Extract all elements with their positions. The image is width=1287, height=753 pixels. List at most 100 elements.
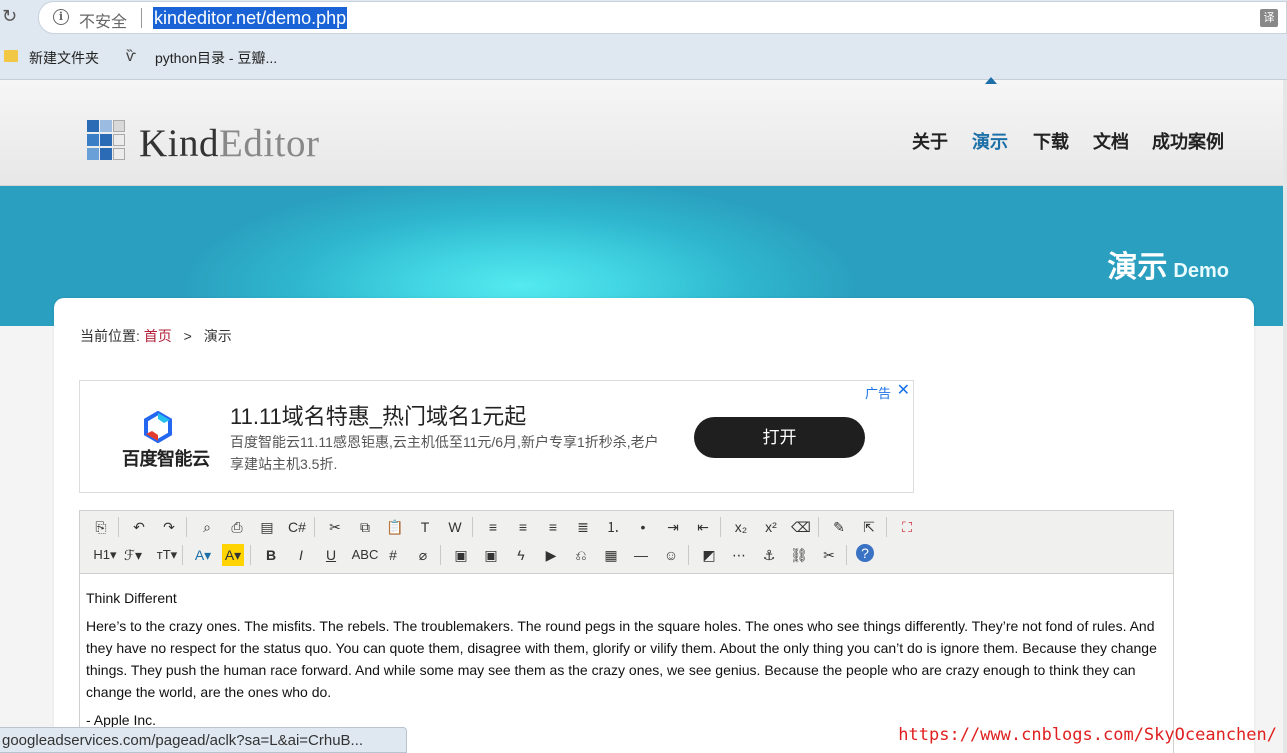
baidu-cloud-logo-icon (144, 411, 172, 443)
undo-icon[interactable]: ↶ (128, 516, 150, 538)
superscript-icon[interactable]: x² (760, 516, 782, 538)
paste-word-icon[interactable]: W (444, 516, 466, 538)
breadcrumb-home[interactable]: 首页 (144, 328, 172, 344)
unordered-list-icon[interactable]: • (632, 516, 654, 538)
breadcrumb-separator: > (183, 328, 192, 344)
toolbar-separator (186, 517, 187, 537)
editor-content[interactable]: Think Different Here’s to the crazy ones… (86, 587, 1168, 737)
redo-icon[interactable]: ↷ (158, 516, 180, 538)
indent-icon[interactable]: ⇥ (662, 516, 684, 538)
logo[interactable]: KindEditor (139, 120, 319, 168)
banner-title-cn: 演示 (1107, 251, 1168, 284)
url-field[interactable]: kindeditor.net/demo.php (153, 7, 348, 29)
info-icon[interactable]: i (53, 9, 69, 25)
clear-format-icon[interactable]: ⌫ (790, 516, 812, 538)
flash-icon[interactable]: ϟ (510, 544, 532, 566)
quick-format-icon[interactable]: ✎ (828, 516, 850, 538)
baidu-map-icon[interactable]: ◩ (698, 544, 720, 566)
italic-icon[interactable]: I (290, 544, 312, 566)
justify-icon[interactable]: ≣ (572, 516, 594, 538)
toolbar-separator (314, 517, 315, 537)
select-all-icon[interactable]: ⇱ (858, 516, 880, 538)
reload-icon[interactable]: ↻ (2, 6, 22, 26)
ordered-list-icon[interactable]: ⒈ (602, 516, 624, 538)
ad-brand: 百度智能云 (122, 449, 210, 469)
outdent-icon[interactable]: ⇤ (692, 516, 714, 538)
toolbar-separator (886, 517, 887, 537)
address-bar: ↻ i 不安全 kindeditor.net/demo.php 译 (0, 0, 1287, 36)
attachment-icon[interactable]: ⎌ (570, 544, 592, 566)
ad-label[interactable]: 广告 (865, 383, 891, 402)
paste-text-icon[interactable]: T (414, 516, 436, 538)
link-icon[interactable]: ⛓ (788, 544, 810, 566)
align-center-icon[interactable]: ≡ (512, 516, 534, 538)
nav-about[interactable]: 关于 (912, 130, 948, 154)
paste-icon[interactable]: 📋 (384, 516, 406, 538)
content-title: Think Different (86, 590, 177, 606)
ad-description: 百度智能云11.11感恩钜惠,云主机低至11元/6月,新户专享1折秒杀,老户享建… (230, 434, 659, 472)
subscript-icon[interactable]: x₂ (730, 516, 752, 538)
unlink-icon[interactable]: ✂ (818, 544, 840, 566)
nav-demo[interactable]: 演示 (972, 130, 1008, 154)
insecure-label[interactable]: 不安全 (79, 8, 127, 32)
multi-image-icon[interactable]: ▣ (480, 544, 502, 566)
print-icon[interactable]: ⎙ (226, 516, 248, 538)
toolbar-separator (250, 545, 251, 565)
nav-active-caret (985, 77, 997, 84)
underline-icon[interactable]: U (320, 544, 342, 566)
bookmark-page-icon: ѷ (126, 48, 137, 65)
ad-title[interactable]: 11.11域名特惠_热门域名1元起 (230, 399, 526, 431)
nav-download[interactable]: 下载 (1033, 130, 1069, 154)
nav-cases[interactable]: 成功案例 (1152, 130, 1224, 154)
remove-format-icon[interactable]: ⌀ (412, 544, 434, 566)
strikethrough-icon[interactable]: ABC (350, 544, 380, 566)
template-icon[interactable]: ▤ (256, 516, 278, 538)
toolbar-separator (118, 517, 119, 537)
status-bar-url: googleadservices.com/pagead/aclk?sa=L&ai… (0, 727, 407, 753)
breadcrumb-current: 演示 (203, 328, 232, 344)
bookmark-python[interactable]: python目录 - 豆瓣... (155, 48, 277, 68)
table-icon[interactable]: ▦ (600, 544, 622, 566)
logo-icon[interactable] (87, 120, 127, 164)
source-icon[interactable]: ⎘ (90, 516, 112, 538)
fullscreen-icon[interactable]: ⛶ (896, 516, 918, 538)
url-separator (141, 8, 142, 28)
toolbar-separator (440, 545, 441, 565)
heading-icon[interactable]: H1▾ (90, 544, 120, 566)
nav-docs[interactable]: 文档 (1093, 130, 1129, 154)
page-break-icon[interactable]: ⋯ (728, 544, 750, 566)
font-color-icon[interactable]: A▾ (192, 544, 214, 566)
highlight-color-icon[interactable]: A▾ (222, 544, 244, 566)
anchor-icon[interactable]: ⚓ (758, 544, 780, 566)
banner-title-en: Demo (1173, 260, 1229, 282)
help-icon[interactable]: ? (856, 544, 874, 562)
font-family-icon[interactable]: ℱ▾ (122, 544, 144, 566)
emoticon-icon[interactable]: ☺ (660, 544, 682, 566)
bookmark-folder[interactable]: 新建文件夹 (29, 48, 99, 68)
copy-icon[interactable]: ⧉ (354, 516, 376, 538)
ad-open-button[interactable]: 打开 (694, 417, 865, 458)
toolbar-separator (688, 545, 689, 565)
horizontal-rule-icon[interactable]: — (630, 544, 652, 566)
cut-icon[interactable]: ✂ (324, 516, 346, 538)
ad-banner[interactable]: 百度智能云 11.11域名特惠_热门域名1元起 百度智能云11.11感恩钜惠,云… (79, 380, 914, 493)
url-box[interactable]: i 不安全 kindeditor.net/demo.php 译 (38, 1, 1287, 34)
translate-icon[interactable]: 译 (1260, 9, 1278, 27)
align-left-icon[interactable]: ≡ (482, 516, 504, 538)
media-icon[interactable]: ▶ (540, 544, 562, 566)
scrollbar[interactable] (1283, 80, 1287, 753)
toolbar-separator (472, 517, 473, 537)
font-size-icon[interactable]: тT▾ (152, 544, 182, 566)
editor-toolbar: ⎘ ↶ ↷ ⌕ ⎙ ▤ C# ✂ ⧉ 📋 T W ≡ ≡ ≡ ≣ ⒈ • ⇥ ⇤ x₂ x² ⌫ ✎ ⇱ ⛶ H1▾ ℱ▾ тT▾ A▾… (80, 511, 1173, 574)
banner-title: 演示 Demo (1107, 248, 1229, 293)
image-icon[interactable]: ▣ (450, 544, 472, 566)
logo-kind: Kind (139, 122, 219, 165)
watermark: https://www.cnblogs.com/SkyOceanchen/ (898, 725, 1277, 745)
line-height-icon[interactable]: # (382, 544, 404, 566)
preview-icon[interactable]: ⌕ (196, 516, 218, 538)
site-header: KindEditor 关于 演示 下载 文档 成功案例 (0, 80, 1287, 186)
ad-close-icon[interactable]: ✕ (897, 380, 910, 400)
code-icon[interactable]: C# (286, 516, 308, 538)
bold-icon[interactable]: B (260, 544, 282, 566)
align-right-icon[interactable]: ≡ (542, 516, 564, 538)
